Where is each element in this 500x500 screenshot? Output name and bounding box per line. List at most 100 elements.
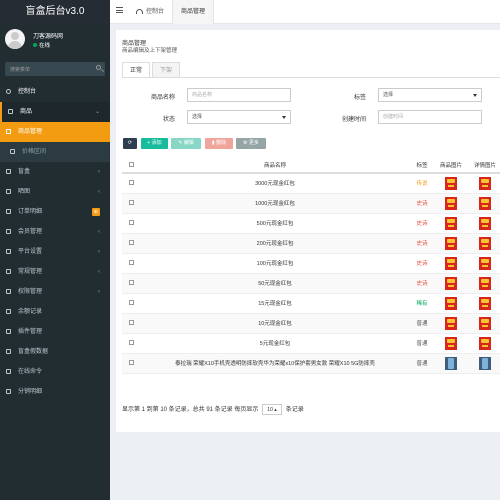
page-size-select[interactable]: 10 ▴	[262, 404, 283, 415]
row-checkbox[interactable]	[128, 179, 134, 185]
table-row[interactable]: 200元现金红包 史诗	[122, 233, 500, 254]
search-icon[interactable]	[96, 65, 101, 70]
sidebar-item-members[interactable]: 会员管理 ‹	[0, 222, 110, 242]
sidebar-item-price-range[interactable]: 价格区间	[0, 142, 110, 162]
sidebar-item-photos[interactable]: 晒图 ‹	[0, 182, 110, 202]
name-filter-input[interactable]: 商品名称	[187, 88, 291, 102]
name-filter-label: 商品名称	[150, 95, 175, 101]
settings-icon	[6, 249, 11, 254]
detail-thumbnail[interactable]	[479, 256, 491, 270]
refresh-button[interactable]: ⟳	[123, 138, 137, 149]
sidebar-item-general[interactable]: 常规管理 ‹	[0, 262, 110, 282]
table-row[interactable]: 5元现金红包 普通	[122, 333, 500, 354]
detail-image-cell	[468, 233, 500, 254]
goods-thumbnail[interactable]	[445, 296, 457, 310]
detail-thumbnail[interactable]	[479, 356, 491, 370]
row-checkbox[interactable]	[128, 199, 134, 205]
row-checkbox[interactable]	[128, 359, 134, 365]
sidebar-item-dashboard[interactable]: 控制台	[0, 82, 110, 102]
row-select-cell[interactable]	[122, 333, 140, 354]
created-filter-input[interactable]: 创建时间	[378, 110, 482, 124]
detail-thumbnail[interactable]	[479, 176, 491, 190]
row-select-cell[interactable]	[122, 193, 140, 214]
search-input[interactable]: 搜索菜单	[5, 62, 105, 76]
goods-tag-cell: 普通	[410, 353, 434, 374]
delete-button[interactable]: ▮ 删除	[205, 138, 233, 149]
column-header-tag[interactable]: 标签	[410, 158, 434, 174]
table-row[interactable]: 50元现金红包 史诗	[122, 273, 500, 294]
goods-thumbnail[interactable]	[445, 356, 457, 370]
table-row[interactable]: 1000元现金红包 史诗	[122, 193, 500, 214]
detail-thumbnail[interactable]	[479, 216, 491, 230]
select-all-cell[interactable]	[122, 158, 140, 174]
row-select-cell[interactable]	[122, 233, 140, 254]
sidebar-item-permissions[interactable]: 权限管理 ‹	[0, 282, 110, 302]
column-header-image[interactable]: 商品图片	[434, 158, 468, 174]
row-checkbox[interactable]	[128, 279, 134, 285]
goods-thumbnail[interactable]	[445, 336, 457, 350]
tab-normal[interactable]: 正常	[122, 62, 150, 78]
sidebar-item-blindbox[interactable]: 盲盒 ‹	[0, 162, 110, 182]
detail-thumbnail[interactable]	[479, 296, 491, 310]
sidebar-item-orders[interactable]: 订单明细新	[0, 202, 110, 222]
row-select-cell[interactable]	[122, 293, 140, 314]
detail-thumbnail[interactable]	[479, 276, 491, 290]
add-button[interactable]: + 添加	[141, 138, 168, 149]
column-header-detail-image[interactable]: 详情图片	[468, 158, 500, 174]
new-badge: 新	[92, 208, 100, 216]
sidebar-item-command[interactable]: 在线命令	[0, 362, 110, 382]
row-checkbox[interactable]	[128, 219, 134, 225]
detail-thumbnail[interactable]	[479, 336, 491, 350]
sidebar-item-goods[interactable]: 商品 ⌄	[0, 102, 110, 122]
tag-filter-select[interactable]: 选择	[378, 88, 482, 102]
goods-thumbnail[interactable]	[445, 236, 457, 250]
goods-thumbnail[interactable]	[445, 216, 457, 230]
tab-dashboard[interactable]: 控制台	[136, 0, 164, 24]
detail-image-cell	[468, 313, 500, 334]
table-row[interactable]: 10元现金红包 普通	[122, 313, 500, 334]
tab-offshelf[interactable]: 下架	[152, 62, 180, 78]
sidebar-item-balance[interactable]: 余额记录	[0, 302, 110, 322]
table-row[interactable]: 15元现金红包 稀有	[122, 293, 500, 314]
row-select-cell[interactable]	[122, 353, 140, 374]
table-row[interactable]: 3000元现金红包 传说	[122, 173, 500, 194]
goods-image-cell	[434, 193, 468, 214]
sidebar-item-distribution[interactable]: 分销明细	[0, 382, 110, 402]
goods-thumbnail[interactable]	[445, 176, 457, 190]
detail-thumbnail[interactable]	[479, 316, 491, 330]
goods-thumbnail[interactable]	[445, 196, 457, 210]
row-checkbox[interactable]	[128, 319, 134, 325]
more-button[interactable]: ⚙ 更多	[236, 138, 266, 149]
row-select-cell[interactable]	[122, 213, 140, 234]
column-header-name[interactable]: 商品名称	[140, 158, 410, 174]
edit-button[interactable]: ✎ 编辑	[171, 138, 201, 149]
detail-thumbnail[interactable]	[479, 196, 491, 210]
row-checkbox[interactable]	[128, 299, 134, 305]
row-select-cell[interactable]	[122, 273, 140, 294]
app-title[interactable]: 盲盒后台v3.0	[0, 0, 110, 24]
detail-image-cell	[468, 293, 500, 314]
table-row[interactable]: 100元现金红包 史诗	[122, 253, 500, 274]
goods-name-cell: 泰拉瑞 荣耀X10手机壳透明防摔软壳华为荣耀x10保护套男女款 荣耀X10 5G…	[140, 353, 410, 374]
sidebar-item-plugins[interactable]: 插件管理	[0, 322, 110, 342]
table-row[interactable]: 泰拉瑞 荣耀X10手机壳透明防摔软壳华为荣耀x10保护套男女款 荣耀X10 5G…	[122, 353, 500, 374]
goods-thumbnail[interactable]	[445, 256, 457, 270]
table-row[interactable]: 500元现金红包 史诗	[122, 213, 500, 234]
select-all-checkbox[interactable]	[128, 161, 134, 167]
status-filter-select[interactable]: 选择	[187, 110, 291, 124]
row-checkbox[interactable]	[128, 239, 134, 245]
row-select-cell[interactable]	[122, 253, 140, 274]
goods-thumbnail[interactable]	[445, 316, 457, 330]
goods-name-cell: 100元现金红包	[140, 253, 410, 274]
row-checkbox[interactable]	[128, 339, 134, 345]
row-select-cell[interactable]	[122, 313, 140, 334]
menu-toggle-icon[interactable]	[116, 7, 123, 13]
sidebar-item-fake-data[interactable]: 盲盒假数据	[0, 342, 110, 362]
tab-goods-manage[interactable]: 商品管理	[172, 0, 214, 24]
sidebar-item-platform-settings[interactable]: 平台设置 ‹	[0, 242, 110, 262]
row-select-cell[interactable]	[122, 173, 140, 194]
row-checkbox[interactable]	[128, 259, 134, 265]
goods-thumbnail[interactable]	[445, 276, 457, 290]
detail-thumbnail[interactable]	[479, 236, 491, 250]
sidebar-item-goods-manage[interactable]: 商品管理	[0, 122, 110, 142]
